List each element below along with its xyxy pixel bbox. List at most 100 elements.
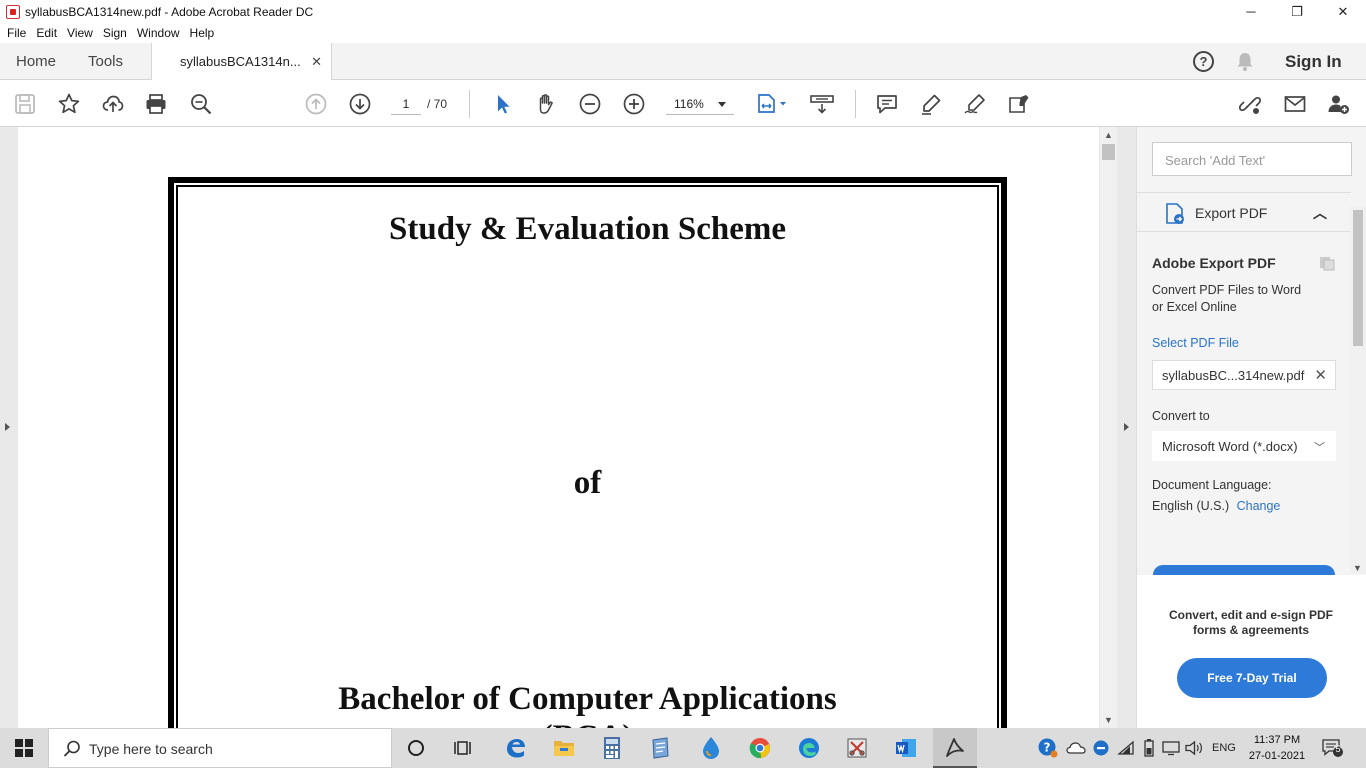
cloud-files-icon [1320, 257, 1335, 271]
tab-bar: Home Tools syllabusBCA1314n... ✕ ? Sign … [0, 43, 1366, 80]
scroll-down-icon[interactable]: ▼ [1104, 715, 1113, 725]
network-tray-icon[interactable] [1087, 734, 1115, 762]
tab-tools[interactable]: Tools [88, 53, 123, 70]
menu-help[interactable]: Help [185, 26, 220, 40]
taskbar-clock[interactable]: 11:37 PM 27-01-2021 [1246, 732, 1308, 764]
zoom-level-select[interactable]: 116% [666, 93, 734, 115]
snipping-tool-icon[interactable] [843, 734, 871, 762]
document-scrollbar[interactable]: ▲ ▼ [1100, 127, 1117, 728]
left-pane-toggle-icon[interactable] [5, 423, 10, 431]
minimize-button[interactable]: ─ [1228, 0, 1274, 23]
scrollbar-thumb[interactable] [1102, 144, 1115, 160]
menu-window[interactable]: Window [132, 26, 185, 40]
hand-tool-icon[interactable] [533, 91, 559, 117]
notepad-app-icon[interactable] [646, 734, 674, 762]
toolbar-divider [855, 90, 856, 118]
convert-format-select[interactable]: Microsoft Word (*.docx) ﹀ [1152, 431, 1336, 461]
input-language-indicator[interactable]: ENG [1212, 728, 1236, 768]
tab-document[interactable]: syllabusBCA1314n... ✕ [151, 43, 332, 80]
start-button[interactable] [0, 728, 48, 768]
select-cursor-icon[interactable] [490, 91, 516, 117]
pdf-page: Study & Evaluation Scheme of Bachelor of… [18, 127, 1099, 728]
acrobat-taskbar-button[interactable] [933, 728, 977, 768]
export-pdf-icon [1166, 203, 1184, 224]
remove-file-icon[interactable]: ✕ [1314, 366, 1327, 384]
file-explorer-icon[interactable] [550, 734, 578, 762]
volume-icon[interactable] [1181, 734, 1209, 762]
restore-button[interactable]: ❐ [1274, 0, 1320, 23]
menu-file[interactable]: File [2, 26, 31, 40]
cloud-upload-icon[interactable] [100, 91, 126, 117]
edge-icon[interactable] [795, 734, 823, 762]
right-pane-toggle-icon[interactable] [1124, 423, 1129, 431]
selected-file-field[interactable]: syllabusBC...314new.pdf ✕ [1152, 360, 1336, 390]
clock-time: 11:37 PM [1253, 734, 1301, 746]
action-center-icon[interactable]: 5 [1322, 738, 1344, 758]
change-language-link[interactable]: Change [1237, 499, 1281, 513]
notification-count: 5 [1335, 744, 1341, 754]
tab-document-label: syllabusBCA1314n... [180, 54, 301, 69]
help-tray-icon[interactable]: ? [1034, 734, 1062, 762]
draw-signature-icon[interactable] [962, 91, 988, 117]
tab-home[interactable]: Home [16, 53, 56, 70]
chevron-up-icon[interactable]: ︿ [1313, 203, 1327, 223]
menu-edit[interactable]: Edit [31, 26, 62, 40]
taskbar-search-box[interactable]: Type here to search [48, 728, 392, 768]
help-icon[interactable]: ? [1193, 51, 1214, 72]
bookmark-star-icon[interactable] [56, 91, 82, 117]
tools-pane: Search 'Add Text' Export PDF ︿ Adobe Exp… [1136, 127, 1366, 728]
notification-bell-icon[interactable] [1236, 52, 1254, 71]
select-pdf-file-link[interactable]: Select PDF File [1152, 336, 1239, 350]
sign-in-button[interactable]: Sign In [1285, 52, 1342, 72]
email-icon[interactable] [1282, 91, 1308, 117]
export-pdf-header[interactable]: Export PDF ︿ [1137, 192, 1351, 232]
scroll-down-icon[interactable]: ▼ [1353, 563, 1362, 573]
zoom-in-icon[interactable] [621, 91, 647, 117]
menu-view[interactable]: View [62, 26, 98, 40]
calculator-icon[interactable] [598, 734, 626, 762]
export-description-line1: Convert PDF Files to Word [1152, 283, 1302, 297]
free-trial-button[interactable]: Free 7-Day Trial [1177, 658, 1327, 698]
document-viewport[interactable]: Study & Evaluation Scheme of Bachelor of… [0, 127, 1100, 728]
save-icon[interactable] [12, 91, 38, 117]
zoom-out-icon[interactable] [577, 91, 603, 117]
print-icon[interactable] [143, 91, 169, 117]
highlight-pen-icon[interactable] [918, 91, 944, 117]
add-user-icon[interactable] [1325, 91, 1351, 117]
menu-sign[interactable]: Sign [98, 26, 132, 40]
windows-logo-icon [15, 739, 33, 757]
scroll-mode-icon[interactable] [808, 91, 836, 117]
clock-date: 27-01-2021 [1248, 750, 1306, 762]
convert-button-partial[interactable] [1153, 565, 1335, 575]
edge-legacy-icon[interactable] [502, 734, 530, 762]
zoom-search-icon[interactable] [188, 91, 214, 117]
water-drop-app-icon[interactable] [697, 734, 725, 762]
chrome-icon[interactable] [746, 734, 774, 762]
doc-program-line: Bachelor of Computer Applications [338, 681, 837, 717]
onedrive-icon[interactable] [1062, 734, 1090, 762]
window-controls: ─ ❐ ✕ [1228, 0, 1366, 23]
fill-sign-icon[interactable] [1006, 91, 1032, 117]
zoom-level-value: 116% [674, 97, 704, 111]
next-page-icon[interactable] [347, 91, 373, 117]
task-view-icon[interactable] [450, 734, 478, 762]
selected-file-name: syllabusBC...314new.pdf [1162, 368, 1305, 383]
tools-pane-scrollbar[interactable]: ▼ [1350, 206, 1366, 573]
tools-scrollbar-thumb[interactable] [1353, 210, 1363, 346]
scroll-up-icon[interactable]: ▲ [1104, 130, 1113, 140]
window-title: syllabusBCA1314new.pdf - Adobe Acrobat R… [25, 4, 314, 19]
page-fit-icon[interactable] [756, 91, 790, 117]
page-number-input[interactable]: 1 [391, 93, 421, 115]
tab-close-icon[interactable]: ✕ [311, 54, 322, 70]
right-pane-collapse[interactable] [1117, 127, 1136, 728]
comment-icon[interactable] [874, 91, 900, 117]
word-icon[interactable] [892, 734, 920, 762]
tools-search-input[interactable]: Search 'Add Text' [1152, 142, 1352, 176]
share-link-icon[interactable] [1237, 91, 1263, 117]
close-window-button[interactable]: ✕ [1320, 0, 1366, 23]
taskbar-search-placeholder: Type here to search [89, 741, 213, 757]
previous-page-icon[interactable] [303, 91, 329, 117]
page-total: / 70 [427, 97, 448, 111]
cortana-icon[interactable] [402, 734, 430, 762]
promo-panel: Convert, edit and e-sign PDF forms & agr… [1137, 575, 1366, 728]
